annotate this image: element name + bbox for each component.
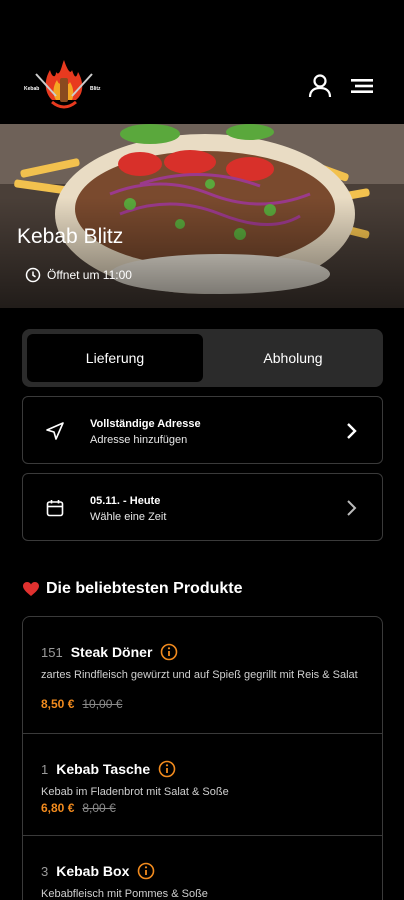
info-icon[interactable] xyxy=(160,643,178,661)
product-number: 151 xyxy=(41,644,63,660)
product-header: 151 Steak Döner xyxy=(41,643,178,661)
app-header: Kebab Blitz xyxy=(0,0,404,124)
heart-icon xyxy=(23,582,39,596)
logo-text-left: Kebab xyxy=(24,86,40,92)
product-item[interactable]: 3 Kebab Box Kebabfleisch mit Pommes & So… xyxy=(23,836,382,900)
opening-hours-text: Öffnet um 11:00 xyxy=(47,268,132,282)
product-description: zartes Rindfleisch gewürzt und auf Spieß… xyxy=(41,669,358,681)
order-mode-toggle: Lieferung Abholung xyxy=(22,329,383,387)
product-name: Steak Döner xyxy=(70,644,153,660)
product-header: 1 Kebab Tasche xyxy=(41,760,176,778)
product-number: 3 xyxy=(41,863,49,879)
address-title: Vollständige Adresse xyxy=(90,418,201,430)
product-item[interactable]: 151 Steak Döner zartes Rindfleisch gewür… xyxy=(23,617,382,734)
user-icon[interactable] xyxy=(306,72,334,100)
address-subtitle: Adresse hinzufügen xyxy=(90,434,188,446)
popular-products-title: Die beliebtesten Produkte xyxy=(46,580,243,597)
product-number: 1 xyxy=(41,761,49,777)
info-icon[interactable] xyxy=(137,862,155,880)
chevron-right-icon xyxy=(347,500,357,516)
calendar-icon xyxy=(46,500,64,517)
product-header: 3 Kebab Box xyxy=(41,862,155,880)
product-item[interactable]: 1 Kebab Tasche Kebab im Fladenbrot mit S… xyxy=(23,734,382,836)
hero-banner: Kebab Blitz Öffnet um 11:00 xyxy=(0,124,404,308)
restaurant-name: Kebab Blitz xyxy=(17,225,124,248)
product-description: Kebab im Fladenbrot mit Salat & Soße xyxy=(41,786,229,798)
product-name: Kebab Box xyxy=(56,863,130,879)
time-title: 05.11. - Heute xyxy=(90,495,161,507)
time-card[interactable]: 05.11. - Heute Wähle eine Zeit xyxy=(22,473,383,541)
address-card[interactable]: Vollständige Adresse Adresse hinzufügen xyxy=(22,396,383,464)
product-name: Kebab Tasche xyxy=(56,761,151,777)
popular-products-heading: Die beliebtesten Produkte xyxy=(22,580,243,598)
brand-logo[interactable]: Kebab Blitz xyxy=(22,56,106,116)
product-list: 151 Steak Döner zartes Rindfleisch gewür… xyxy=(22,616,383,900)
product-prices: 8,50 € 10,00 € xyxy=(41,697,122,711)
product-prices: 6,80 € 8,00 € xyxy=(41,801,116,815)
product-description: Kebabfleisch mit Pommes & Soße xyxy=(41,888,208,900)
product-price: 6,80 € xyxy=(41,801,75,815)
chevron-right-icon xyxy=(347,423,357,439)
opening-hours: Öffnet um 11:00 xyxy=(25,267,132,283)
menu-icon[interactable] xyxy=(348,72,376,100)
logo-text-right: Blitz xyxy=(90,86,101,92)
time-subtitle: Wähle eine Zeit xyxy=(90,511,167,523)
tab-pickup[interactable]: Abholung xyxy=(208,334,378,382)
product-old-price: 8,00 € xyxy=(82,801,116,815)
location-arrow-icon xyxy=(46,422,64,440)
product-price: 8,50 € xyxy=(41,697,75,711)
tab-delivery[interactable]: Lieferung xyxy=(27,334,203,382)
info-icon[interactable] xyxy=(158,760,176,778)
product-old-price: 10,00 € xyxy=(82,697,123,711)
clock-icon xyxy=(25,267,41,283)
